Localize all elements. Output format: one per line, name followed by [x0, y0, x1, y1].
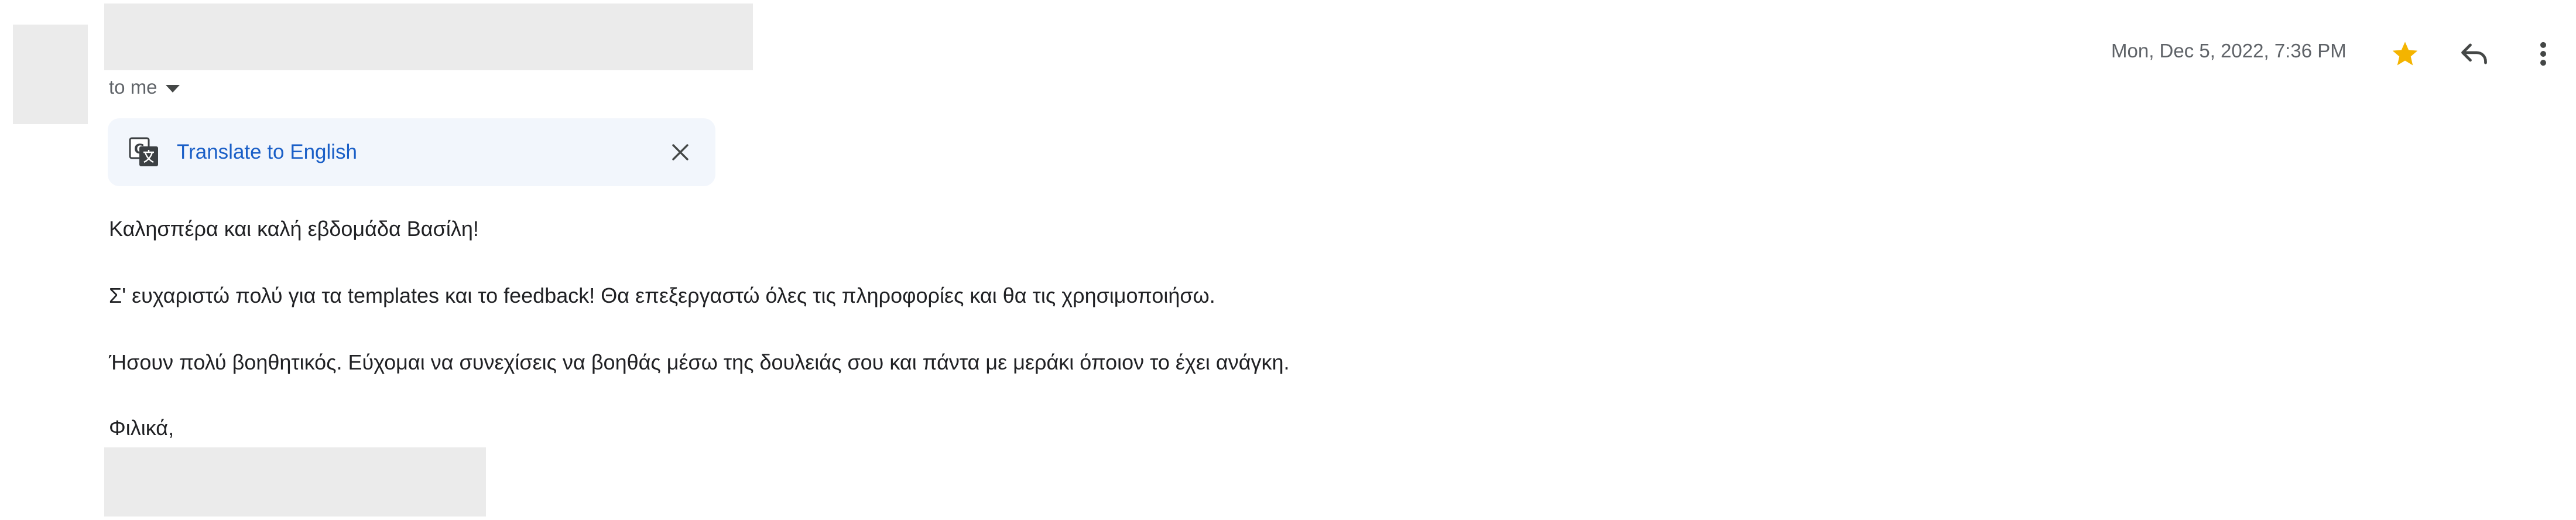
message-timestamp: Mon, Dec 5, 2022, 7:36 PM: [2111, 40, 2347, 61]
translate-bar: G Translate to English: [108, 118, 715, 186]
reply-icon[interactable]: [2459, 39, 2489, 69]
message-sign-off: Φιλικά,: [109, 416, 174, 440]
message-body-line-3: Ήσουν πολύ βοηθητικός. Εύχομαι να συνεχί…: [109, 350, 1290, 374]
chevron-down-icon: [165, 84, 180, 93]
recipient-details-toggle[interactable]: to me: [109, 74, 180, 101]
star-icon[interactable]: [2390, 39, 2420, 69]
recipient-label: to me: [109, 76, 157, 98]
message-body-line-1: Καλησπέρα και καλή εβδομάδα Βασίλη!: [109, 217, 479, 241]
translate-to-english-link[interactable]: Translate to English: [177, 118, 357, 186]
sender-name-redacted: [104, 4, 753, 70]
more-vert-icon[interactable]: [2528, 39, 2558, 69]
signature-redacted: [104, 447, 486, 516]
message-body-line-2: Σ' ευχαριστώ πολύ για τα templates και τ…: [109, 283, 1215, 307]
sender-avatar: [13, 25, 88, 124]
close-icon[interactable]: [667, 139, 693, 165]
translate-icon: G: [129, 137, 158, 166]
